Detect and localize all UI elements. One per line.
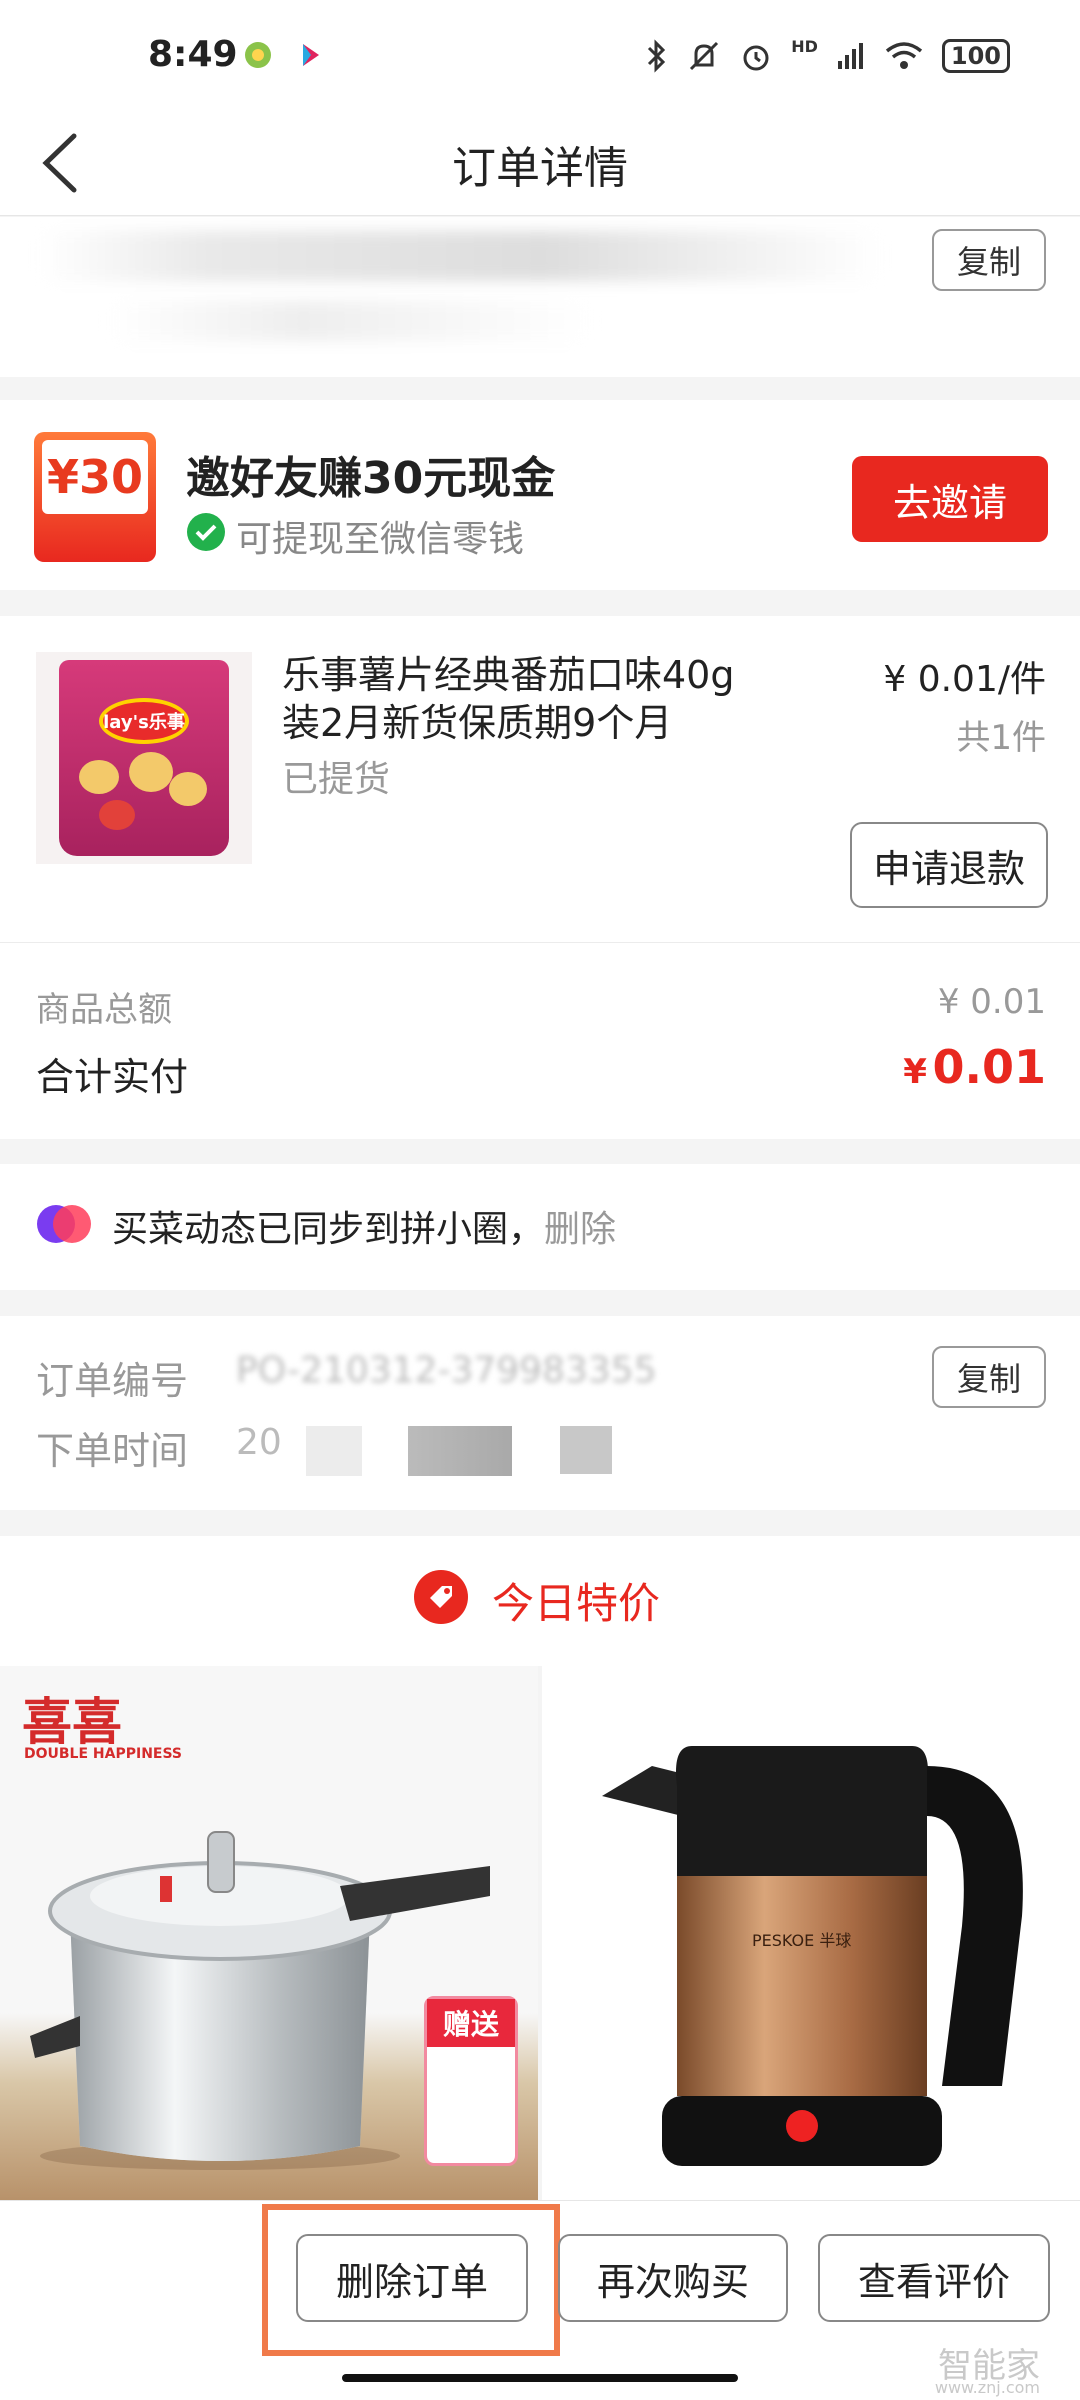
product-image[interactable]: lay's乐事 [36, 652, 252, 864]
paid-label: 合计实付 [36, 1055, 189, 1099]
sync-text: 买菜动态已同步到拼小圈，删除 [112, 1200, 616, 1252]
bluetooth-icon [648, 39, 666, 73]
address-blurred-line2 [110, 301, 590, 341]
paid-currency: ¥ [903, 1052, 927, 1092]
deals-title: 今日特价 [492, 1579, 661, 1628]
delete-order-button[interactable]: 删除订单 [296, 2234, 528, 2322]
app-notification-icon [245, 42, 271, 68]
order-info-card [0, 1316, 1080, 1510]
product-status: 已提货 [282, 759, 391, 800]
total-value: ¥ 0.01 [937, 982, 1046, 1022]
total-label: 商品总额 [36, 990, 172, 1030]
order-number-value: PO-210312-379983355 [236, 1350, 657, 1391]
invite-subtitle: 可提现至微信零钱 [236, 519, 525, 560]
invite-button[interactable]: 去邀请 [852, 456, 1048, 542]
youku-icon [303, 44, 319, 66]
coupon-icon: ¥30 [34, 432, 156, 562]
wifi-icon [885, 42, 923, 69]
app-header: 订单详情 [0, 110, 1080, 216]
rebuy-button[interactable]: 再次购买 [558, 2234, 788, 2322]
deal-item-pressure-cooker[interactable]: 喜喜 DOUBLE HAPPINESS 赠送 [0, 1666, 538, 2200]
gift-badge: 赠送 [424, 1996, 518, 2166]
product-quantity: 共1件 [956, 718, 1046, 758]
address-card: 复制 [0, 217, 1080, 377]
product-price: ¥ 0.01/件 [883, 659, 1046, 700]
refund-button[interactable]: 申请退款 [850, 822, 1048, 908]
status-bar: 8:49 HD 100 [0, 0, 1080, 110]
electric-kettle-image: PESKOE 半球 [602, 1746, 1023, 2166]
invite-title: 邀好友赚30元现金 [186, 453, 556, 504]
copy-order-button[interactable]: 复制 [932, 1346, 1046, 1408]
alarm-icon [743, 45, 769, 71]
gift-label: 赠送 [427, 1999, 515, 2047]
sync-delete-link[interactable]: 删除 [544, 1209, 616, 1250]
address-blurred [40, 231, 880, 281]
kettle-brand: PESKOE 半球 [752, 1931, 851, 1950]
order-time-mosaic-2 [408, 1426, 512, 1476]
coupon-amount: ¥30 [42, 440, 148, 514]
brand-logo: lay's乐事 [99, 698, 189, 744]
battery-icon: 100 [941, 39, 1010, 73]
status-time: 8:49 [148, 34, 238, 75]
product-name-line1[interactable]: 乐事薯片经典番茄口味40g [282, 644, 734, 699]
product-name-line2[interactable]: 装2月新货保质期9个月 [282, 692, 672, 747]
page-title: 订单详情 [452, 143, 628, 194]
pinxiaoquan-icon [37, 1205, 91, 1243]
order-time-mosaic [306, 1426, 362, 1476]
chips-bag-image: lay's乐事 [59, 660, 229, 856]
copy-address-button[interactable]: 复制 [932, 229, 1046, 291]
wechat-icon [187, 513, 225, 551]
cooker-brand-logo: 喜喜 [22, 1693, 122, 1751]
status-app-icons [243, 40, 325, 70]
paid-amount: ¥ 0.01 [903, 1040, 1046, 1094]
signal-icon [837, 43, 863, 69]
status-icons: HD 100 [645, 36, 1010, 74]
watermark-url: www.znj.com [934, 2378, 1040, 2397]
order-time-value: 20 [236, 1422, 282, 1463]
price-tag-icon [414, 1570, 468, 1624]
pressure-cooker-image [30, 1831, 490, 2170]
view-review-button[interactable]: 查看评价 [818, 2234, 1050, 2322]
paid-value: 0.01 [932, 1040, 1047, 1094]
mute-icon [690, 41, 719, 71]
hd-signal-icon: HD [791, 36, 818, 56]
sync-message: 买菜动态已同步到拼小圈， [112, 1209, 545, 1250]
deal-item-kettle[interactable]: PESKOE 半球 [542, 1666, 1080, 2200]
order-time-mosaic-3 [560, 1426, 612, 1474]
order-number-label: 订单编号 [36, 1359, 189, 1403]
order-time-label: 下单时间 [36, 1429, 189, 1473]
home-indicator[interactable] [342, 2374, 738, 2382]
